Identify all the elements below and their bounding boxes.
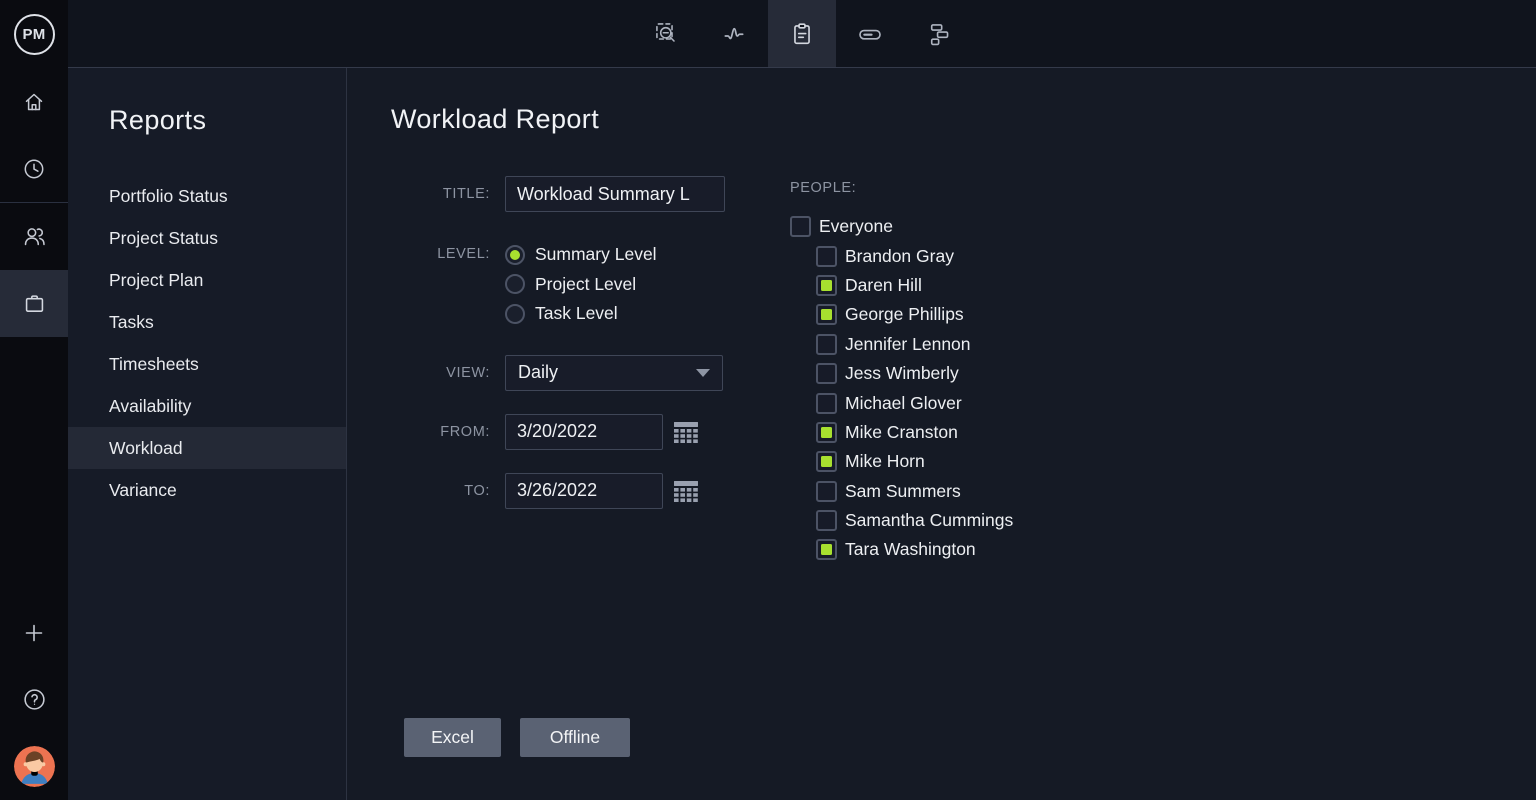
profile-avatar[interactable] xyxy=(0,733,68,800)
app-window: PM Reports Portfolio Status Project Stat… xyxy=(0,0,1536,800)
level-option-task-level[interactable]: Task Level xyxy=(505,299,657,329)
person-checkbox[interactable] xyxy=(816,392,837,414)
chevron-down-icon xyxy=(696,368,710,377)
activity-pulse-icon[interactable] xyxy=(700,0,768,67)
sidebar-item-tasks[interactable]: Tasks xyxy=(68,301,346,343)
sidebar-list: Portfolio Status Project Status Project Pl… xyxy=(68,175,346,511)
sidebar-title: Reports xyxy=(109,105,207,135)
offline-button[interactable]: Offline xyxy=(520,717,630,757)
radio-icon[interactable] xyxy=(505,274,525,295)
title-label: TITLE: xyxy=(442,186,490,202)
home-icon[interactable] xyxy=(0,68,68,135)
search-select-icon[interactable] xyxy=(632,0,700,67)
person-row-jennifer-lennon[interactable]: Jennifer Lennon xyxy=(816,330,1013,359)
person-name: Tara Washington xyxy=(845,539,976,560)
radio-icon[interactable] xyxy=(505,303,525,324)
people-panel: PEOPLE: Everyone Brandon Gray Daren Hill G… xyxy=(790,180,1013,565)
left-rail xyxy=(0,68,68,800)
everyone-label: Everyone xyxy=(819,216,893,237)
person-name: Sam Summers xyxy=(845,480,961,501)
person-checkbox[interactable] xyxy=(816,451,837,473)
person-row-mike-horn[interactable]: Mike Horn xyxy=(816,447,1013,476)
level-option-summary-level[interactable]: Summary Level xyxy=(505,240,657,270)
radio-label: Summary Level xyxy=(535,244,657,265)
person-name: Jennifer Lennon xyxy=(845,333,971,354)
view-select[interactable]: Daily xyxy=(505,354,723,391)
person-name: Mike Horn xyxy=(845,451,925,472)
person-row-jess-wimberly[interactable]: Jess Wimberly xyxy=(816,359,1013,388)
person-row-mike-cranston[interactable]: Mike Cranston xyxy=(816,418,1013,447)
level-option-project-level[interactable]: Project Level xyxy=(505,270,657,300)
page-title: Workload Report xyxy=(391,104,600,134)
person-name: Jess Wimberly xyxy=(845,363,959,384)
person-row-daren-hill[interactable]: Daren Hill xyxy=(816,271,1013,300)
person-name: Samantha Cummings xyxy=(845,510,1014,531)
sidebar-item-workload[interactable]: Workload xyxy=(68,427,346,469)
excel-button[interactable]: Excel xyxy=(404,717,501,757)
person-name: Michael Glover xyxy=(845,392,962,413)
workflow-blocks-icon[interactable] xyxy=(904,0,972,67)
people-label: PEOPLE: xyxy=(790,180,857,196)
view-select-value: Daily xyxy=(518,362,559,382)
main-panel: Workload Report TITLE: LEVEL: Summary Le… xyxy=(347,68,1536,800)
everyone-row[interactable]: Everyone xyxy=(790,212,1013,241)
everyone-checkbox[interactable] xyxy=(790,216,811,238)
pm-logo[interactable]: PM xyxy=(13,13,55,55)
radio-label: Task Level xyxy=(535,303,618,324)
from-calendar-icon[interactable] xyxy=(673,420,699,444)
topbar xyxy=(68,0,1536,68)
person-row-george-phillips[interactable]: George Phillips xyxy=(816,300,1013,329)
person-checkbox[interactable] xyxy=(816,539,837,561)
team-icon[interactable] xyxy=(0,203,68,270)
logo-cell: PM xyxy=(0,0,68,68)
person-checkbox[interactable] xyxy=(816,480,837,502)
person-checkbox[interactable] xyxy=(816,333,837,355)
help-icon[interactable] xyxy=(0,666,68,733)
reports-sidebar: Reports Portfolio Status Project Status Pr… xyxy=(68,68,347,800)
person-name: George Phillips xyxy=(845,304,964,325)
person-name: Daren Hill xyxy=(845,274,922,295)
person-checkbox[interactable] xyxy=(816,421,837,443)
people-list: Brandon Gray Daren Hill George Phillips Jen… xyxy=(790,241,1013,564)
person-checkbox[interactable] xyxy=(816,245,837,267)
from-date-input[interactable] xyxy=(505,413,663,450)
export-buttons: Excel Offline xyxy=(404,717,1536,757)
person-checkbox[interactable] xyxy=(816,274,837,296)
sidebar-item-variance[interactable]: Variance xyxy=(68,469,346,511)
to-label: TO: xyxy=(464,482,490,499)
to-date-input[interactable] xyxy=(505,472,663,509)
person-row-brandon-gray[interactable]: Brandon Gray xyxy=(816,241,1013,270)
person-name: Mike Cranston xyxy=(845,421,958,442)
sidebar-item-portfolio-status[interactable]: Portfolio Status xyxy=(68,175,346,217)
level-radio-group: Summary Level Project Level Task Level xyxy=(505,240,657,329)
clock-icon[interactable] xyxy=(0,135,68,202)
task-bar-icon[interactable] xyxy=(836,0,904,67)
person-row-tara-washington[interactable]: Tara Washington xyxy=(816,535,1013,564)
title-input[interactable] xyxy=(505,176,725,212)
sidebar-item-availability[interactable]: Availability xyxy=(68,385,346,427)
view-label: VIEW: xyxy=(446,364,490,381)
reports-clipboard-icon[interactable] xyxy=(768,0,836,67)
add-plus-icon[interactable] xyxy=(0,599,68,666)
from-label: FROM: xyxy=(440,423,490,440)
person-row-sam-summers[interactable]: Sam Summers xyxy=(816,477,1013,506)
rail-spacer xyxy=(0,337,68,599)
person-checkbox[interactable] xyxy=(816,363,837,385)
to-calendar-icon[interactable] xyxy=(673,479,699,503)
sidebar-item-project-status[interactable]: Project Status xyxy=(68,217,346,259)
person-row-samantha-cummings[interactable]: Samantha Cummings xyxy=(816,506,1013,535)
avatar-image xyxy=(13,746,55,787)
level-label: LEVEL: xyxy=(437,246,490,262)
person-row-michael-glover[interactable]: Michael Glover xyxy=(816,388,1013,417)
radio-icon[interactable] xyxy=(505,244,525,265)
projects-briefcase-icon[interactable] xyxy=(0,270,68,337)
person-checkbox[interactable] xyxy=(816,304,837,326)
sidebar-item-timesheets[interactable]: Timesheets xyxy=(68,343,346,385)
sidebar-item-project-plan[interactable]: Project Plan xyxy=(68,259,346,301)
radio-label: Project Level xyxy=(535,273,637,294)
person-name: Brandon Gray xyxy=(845,245,954,266)
person-checkbox[interactable] xyxy=(816,510,837,532)
